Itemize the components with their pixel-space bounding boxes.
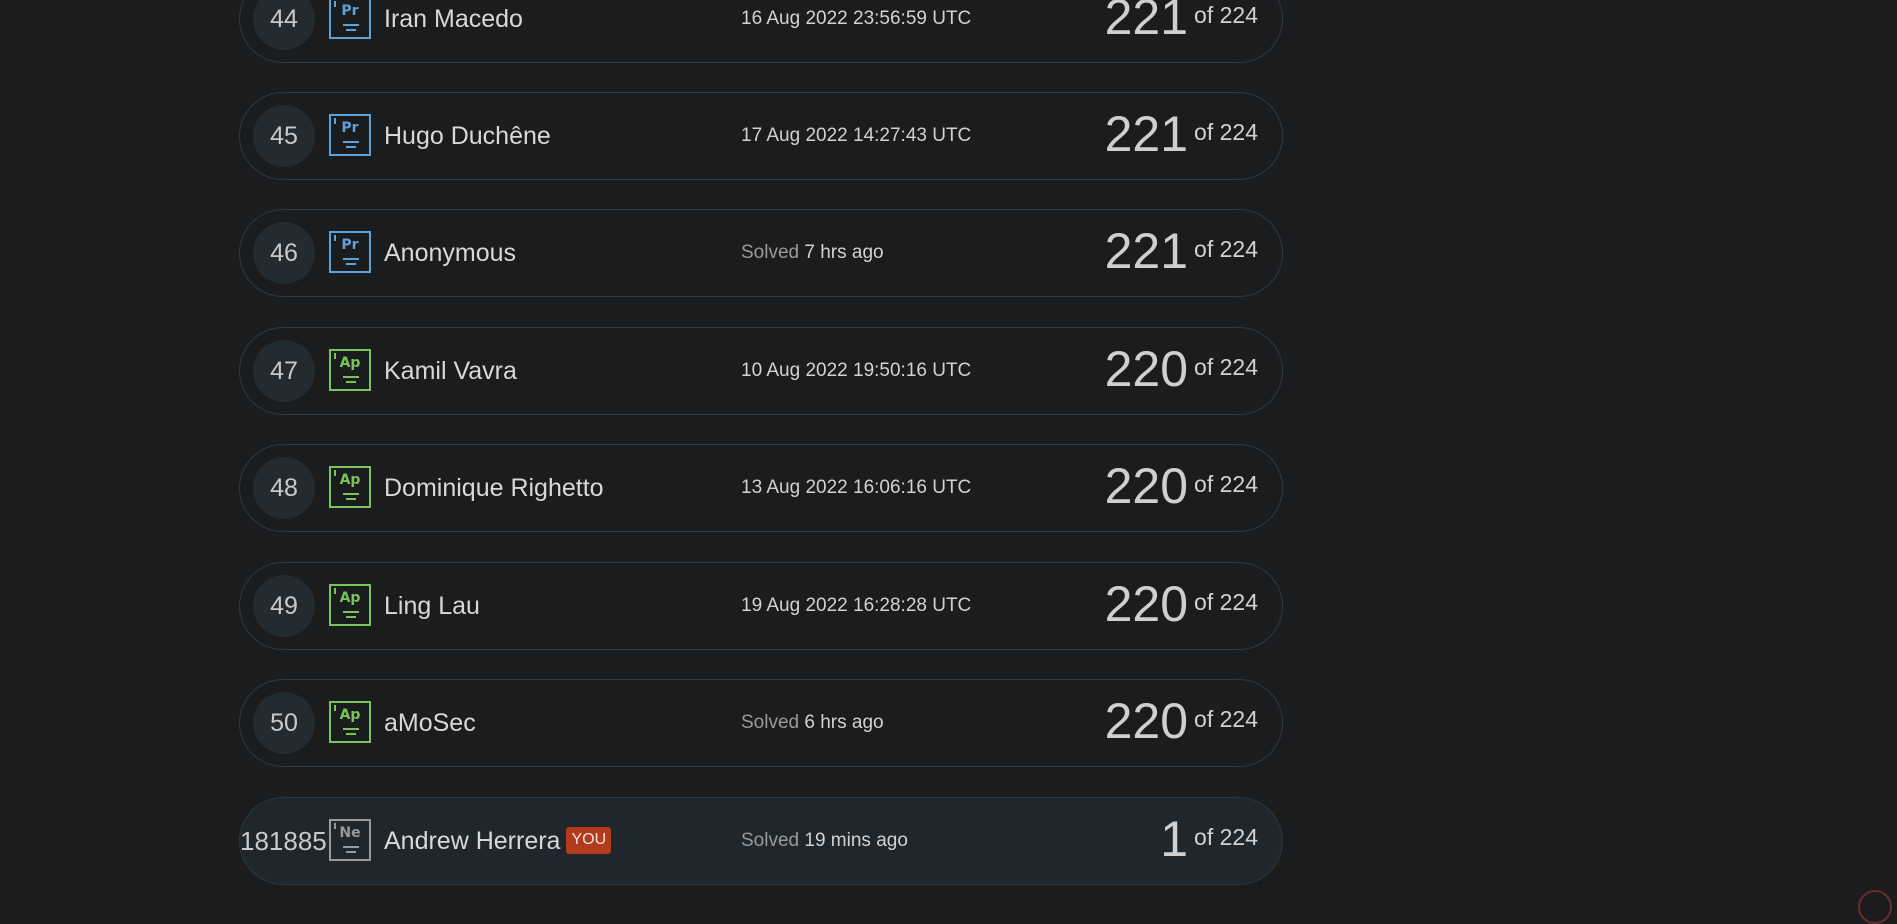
leaderboard: 44 Pr Iran Macedo 16 Aug 2022 23:56:59 U… [0, 0, 1897, 924]
score-total: of 224 [1194, 354, 1258, 380]
date-text: 10 Aug 2022 19:50:16 UTC [741, 360, 972, 381]
level-badge-icon: Pr [329, 114, 371, 156]
badge-symbol: Ap [339, 590, 361, 606]
rank-number: 181885 [240, 826, 327, 856]
score: 221 of 224 [1105, 210, 1258, 296]
player-name[interactable]: Dominique Righetto [384, 445, 604, 531]
score-total: of 224 [1194, 589, 1258, 615]
date-text: 19 Aug 2022 16:28:28 UTC [741, 595, 972, 616]
score: 220 of 224 [1105, 328, 1258, 414]
score: 220 of 224 [1105, 680, 1258, 766]
score-value: 220 [1104, 341, 1189, 397]
leaderboard-row[interactable]: 48 Ap Dominique Righetto 13 Aug 2022 16:… [239, 444, 1283, 532]
date-text: 13 Aug 2022 16:06:16 UTC [741, 477, 972, 498]
solved-date: Solved 7 hrs ago [741, 210, 884, 296]
rank-number: 48 [253, 457, 315, 519]
score-value: 1 [1160, 811, 1189, 867]
player-name[interactable]: Iran Macedo [384, 0, 523, 62]
score-total: of 224 [1194, 119, 1258, 145]
badge-symbol: Pr [341, 120, 359, 136]
score-value: 221 [1104, 106, 1189, 162]
date-text: 6 hrs ago [804, 712, 884, 733]
player-name[interactable]: Kamil Vavra [384, 328, 517, 414]
player-name[interactable]: aMoSec [384, 680, 476, 766]
score: 221 of 224 [1105, 93, 1258, 179]
solved-date: 13 Aug 2022 16:06:16 UTC [741, 445, 971, 531]
date-text: 7 hrs ago [804, 242, 884, 263]
score-value: 221 [1104, 223, 1189, 279]
score-value: 220 [1104, 576, 1189, 632]
rank-number: 46 [253, 222, 315, 284]
score: 1 of 224 [1160, 798, 1258, 884]
player-name[interactable]: Ling Lau [384, 563, 480, 649]
level-badge-icon: Ap [329, 584, 371, 626]
score: 220 of 224 [1105, 445, 1258, 531]
rank-number: 50 [253, 692, 315, 754]
player-name[interactable]: Anonymous [384, 210, 516, 296]
leaderboard-row[interactable]: 46 Pr Anonymous Solved 7 hrs ago 221 of 2… [239, 209, 1283, 297]
rank-number: 44 [253, 0, 315, 50]
current-user-row[interactable]: 181885 Ne Andrew Herrera YOU Solved 19 mi… [239, 797, 1283, 885]
level-badge-icon: Pr [329, 0, 371, 39]
level-badge-icon: Ap [329, 349, 371, 391]
date-text: 16 Aug 2022 23:56:59 UTC [741, 8, 972, 29]
leaderboard-row[interactable]: 49 Ap Ling Lau 19 Aug 2022 16:28:28 UTC … [239, 562, 1283, 650]
date-text: 19 mins ago [804, 830, 908, 851]
rank-number: 45 [253, 105, 315, 167]
badge-symbol: Ap [339, 472, 361, 488]
leaderboard-row[interactable]: 47 Ap Kamil Vavra 10 Aug 2022 19:50:16 U… [239, 327, 1283, 415]
solved-date: Solved 19 mins ago [741, 798, 908, 884]
badge-symbol: Ne [339, 825, 361, 841]
solved-label: Solved [741, 712, 800, 733]
solved-date: 10 Aug 2022 19:50:16 UTC [741, 328, 971, 414]
leaderboard-row[interactable]: 45 Pr Hugo Duchêne 17 Aug 2022 14:27:43 … [239, 92, 1283, 180]
score-value: 220 [1104, 693, 1189, 749]
score-value: 220 [1104, 458, 1189, 514]
score-total: of 224 [1194, 236, 1258, 262]
player-name-container: Andrew Herrera YOU [384, 798, 612, 884]
rank-number: 49 [253, 575, 315, 637]
score-total: of 224 [1194, 471, 1258, 497]
solved-date: 19 Aug 2022 16:28:28 UTC [741, 563, 971, 649]
solved-date: 17 Aug 2022 14:27:43 UTC [741, 93, 971, 179]
player-name[interactable]: Hugo Duchêne [384, 93, 551, 179]
player-name[interactable]: Andrew Herrera [384, 827, 560, 855]
score-total: of 224 [1194, 706, 1258, 732]
level-badge-icon: Ap [329, 466, 371, 508]
solved-date: Solved 6 hrs ago [741, 680, 884, 766]
score: 220 of 224 [1105, 563, 1258, 649]
solved-date: 16 Aug 2022 23:56:59 UTC [741, 0, 971, 62]
score: 221 of 224 [1105, 0, 1258, 62]
badge-symbol: Pr [341, 237, 359, 253]
solved-label: Solved [741, 830, 800, 851]
date-text: 17 Aug 2022 14:27:43 UTC [741, 125, 972, 146]
badge-symbol: Ap [339, 355, 361, 371]
solved-label: Solved [741, 242, 800, 263]
level-badge-icon: Pr [329, 231, 371, 273]
badge-symbol: Ap [339, 707, 361, 723]
level-badge-icon: Ne [329, 819, 371, 861]
leaderboard-row[interactable]: 50 Ap aMoSec Solved 6 hrs ago 220 of 224 [239, 679, 1283, 767]
badge-symbol: Pr [341, 3, 359, 19]
score-total: of 224 [1194, 2, 1258, 28]
scroll-top-icon[interactable] [1858, 890, 1892, 924]
leaderboard-row[interactable]: 44 Pr Iran Macedo 16 Aug 2022 23:56:59 U… [239, 0, 1283, 63]
score-total: of 224 [1194, 824, 1258, 850]
level-badge-icon: Ap [329, 701, 371, 743]
rank-number: 47 [253, 340, 315, 402]
score-value: 221 [1104, 0, 1189, 45]
you-badge: YOU [566, 826, 612, 854]
